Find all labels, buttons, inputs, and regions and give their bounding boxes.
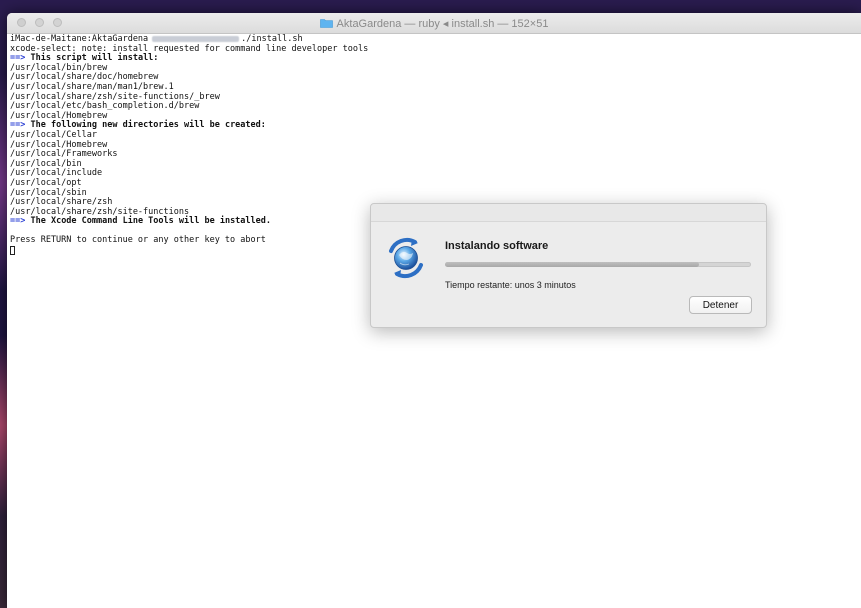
terminal-line-text: /usr/local/Cellar	[10, 129, 97, 140]
terminal-line: ==> The Xcode Command Line Tools will be…	[10, 216, 368, 227]
terminal-cursor-line	[10, 246, 368, 256]
terminal-line-text: /usr/local/share/zsh/site-functions/_bre…	[10, 91, 220, 102]
folder-icon	[319, 18, 333, 28]
terminal-command: ./install.sh	[241, 34, 303, 44]
terminal-heading-text: This script will install:	[30, 53, 159, 64]
terminal-output: iMac-de-Maitane:AktaGardena ./install.sh x…	[10, 34, 368, 256]
terminal-line-text: /usr/local/Homebrew	[10, 139, 108, 150]
terminal-line-text: /usr/local/share/zsh	[10, 197, 113, 208]
terminal-line-text: /usr/local/include	[10, 168, 103, 179]
text-cursor	[10, 246, 15, 256]
terminal-line: Press RETURN to continue or any other ke…	[10, 236, 368, 246]
heading-marker: ==>	[10, 216, 26, 227]
redacted-username	[152, 35, 240, 42]
terminal-line-text: /usr/local/opt	[10, 177, 82, 188]
install-progress-bar	[445, 262, 751, 267]
time-remaining-text: Tiempo restante: unos 3 minutos	[445, 280, 576, 290]
terminal-line-text: /usr/local/etc/bash_completion.d/brew	[10, 101, 200, 112]
dialog-titlebar[interactable]	[371, 204, 766, 222]
window-title: AktaGardena — ruby ◂ install.sh — 152×51	[336, 17, 549, 30]
terminal-line-text: /usr/local/share/man/man1/brew.1	[10, 81, 174, 92]
stop-button[interactable]: Detener	[689, 296, 752, 314]
dialog-heading: Instalando software	[445, 240, 549, 252]
terminal-line-text: /usr/local/bin	[10, 158, 82, 169]
install-progress-fill	[445, 262, 699, 267]
terminal-prompt: iMac-de-Maitane:AktaGardena	[10, 34, 149, 44]
terminal-window: AktaGardena — ruby ◂ install.sh — 152×51…	[7, 13, 861, 608]
terminal-line-text: /usr/local/Frameworks	[10, 149, 118, 160]
terminal-line-text: /usr/local/bin/brew	[10, 62, 108, 73]
installer-dialog: Instalando software Tiempo restante: uno…	[370, 203, 767, 328]
window-title-area: AktaGardena — ruby ◂ install.sh — 152×51	[7, 13, 861, 33]
installer-globe-icon	[385, 237, 427, 279]
terminal-heading-text: The following new directories will be cr…	[30, 120, 266, 131]
terminal-line-text: /usr/local/sbin	[10, 187, 87, 198]
terminal-line-text: /usr/local/share/doc/homebrew	[10, 72, 159, 83]
window-titlebar[interactable]: AktaGardena — ruby ◂ install.sh — 152×51	[7, 13, 861, 34]
terminal-heading-text: The Xcode Command Line Tools will be ins…	[30, 216, 272, 227]
terminal-line-text: Press RETURN to continue or any other ke…	[10, 235, 266, 246]
heading-marker: ==>	[10, 120, 26, 131]
heading-marker: ==>	[10, 53, 26, 64]
